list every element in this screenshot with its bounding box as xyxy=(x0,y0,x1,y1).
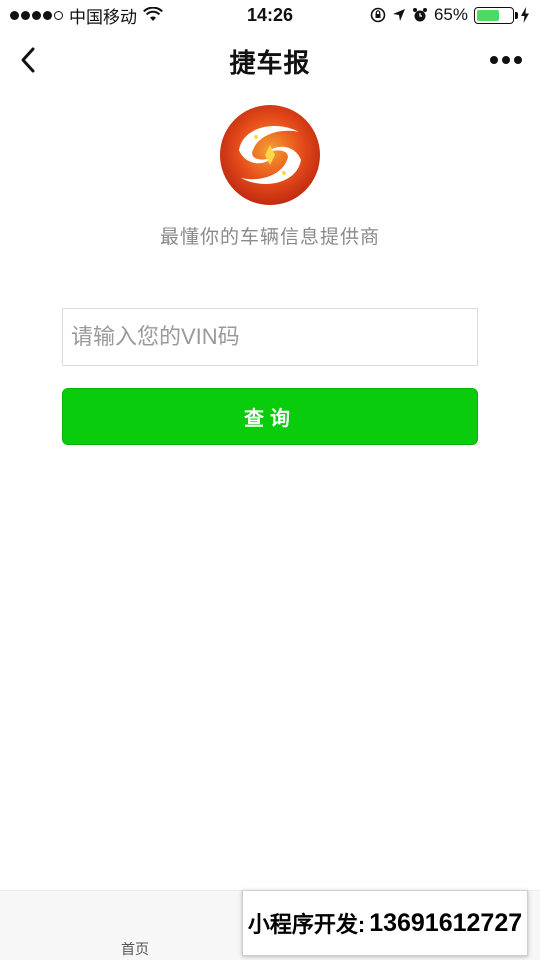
status-time: 14:26 xyxy=(246,4,294,25)
promo-phone: 13691612727 xyxy=(369,908,523,937)
nav-bar: 捷车报 xyxy=(0,30,540,92)
battery-level-fill xyxy=(477,9,500,21)
vin-input[interactable] xyxy=(62,308,478,366)
more-button[interactable] xyxy=(486,46,526,74)
app-logo xyxy=(220,105,320,205)
status-left: 中国移动 xyxy=(10,3,163,28)
wifi-icon xyxy=(143,7,163,21)
chevron-left-icon xyxy=(21,47,35,73)
status-right: 65% xyxy=(370,5,530,25)
tagline: 最懂你的车辆信息提供商 xyxy=(159,227,380,248)
page-title: 捷车报 xyxy=(229,47,311,78)
carrier-name: 中国移动 xyxy=(69,7,137,27)
location-arrow-icon xyxy=(392,9,405,21)
back-button[interactable] xyxy=(10,42,46,78)
alarm-icon xyxy=(412,8,427,22)
battery-icon xyxy=(474,6,518,24)
tab-home[interactable]: 首页 xyxy=(100,891,170,960)
status-bar: 中国移动 14:26 65% xyxy=(0,0,540,30)
promo-banner: 小程序开发: 13691612727 xyxy=(242,890,528,956)
rotation-lock-icon xyxy=(370,7,386,23)
query-button[interactable]: 查询 xyxy=(62,388,478,445)
signal-strength-icon xyxy=(10,10,63,20)
battery-percent: 65% xyxy=(433,5,468,24)
charging-bolt-icon xyxy=(521,7,529,23)
tab-home-label: 首页 xyxy=(121,941,149,957)
promo-label: 小程序开发: xyxy=(247,912,366,937)
more-dots-icon xyxy=(490,56,498,64)
